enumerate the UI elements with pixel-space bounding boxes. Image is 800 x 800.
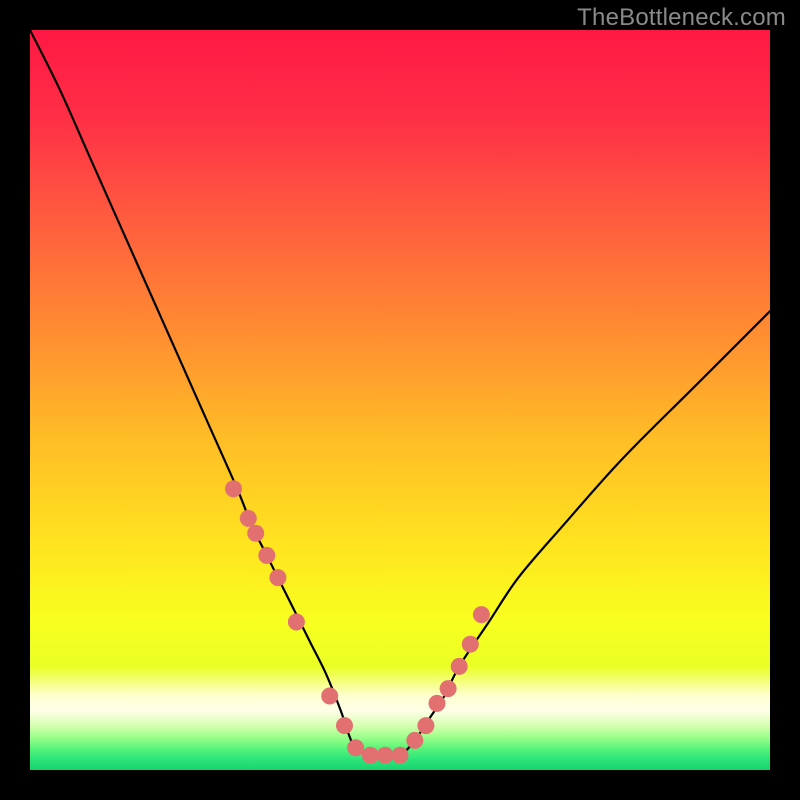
marker-point [406,732,423,749]
marker-point [347,739,364,756]
highlighted-points [225,480,490,763]
marker-point [392,747,409,764]
marker-point [417,717,434,734]
marker-point [258,547,275,564]
plot-area [30,30,770,770]
marker-point [473,606,490,623]
marker-point [440,680,457,697]
marker-point [288,614,305,631]
chart-stage: TheBottleneck.com [0,0,800,800]
marker-point [462,636,479,653]
bottleneck-curve [30,30,770,756]
watermark-text: TheBottleneck.com [577,4,786,32]
marker-point [247,525,264,542]
marker-point [336,717,353,734]
marker-point [240,510,257,527]
marker-point [321,688,338,705]
marker-point [451,658,468,675]
marker-point [225,480,242,497]
marker-point [362,747,379,764]
marker-point [429,695,446,712]
marker-point [377,747,394,764]
marker-point [269,569,286,586]
curve-layer [30,30,770,770]
